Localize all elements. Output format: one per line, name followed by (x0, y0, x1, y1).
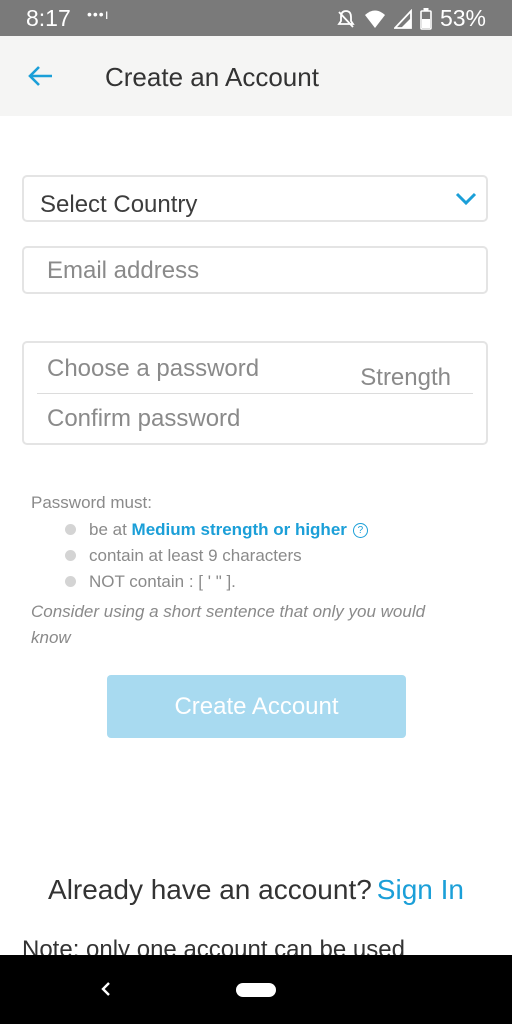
mute-bell-icon (337, 9, 355, 28)
sign-in-link[interactable]: Sign In (377, 874, 464, 905)
password-rules: Password must: be at Medium strength or … (31, 493, 451, 651)
rule-prefix: be at (89, 520, 132, 539)
email-input[interactable] (47, 256, 467, 286)
password-tip: Consider using a short sentence that onl… (31, 602, 426, 647)
password-group: Strength (22, 341, 488, 445)
email-field-container (22, 246, 488, 294)
rule-item: NOT contain : [ ' " ]. (31, 571, 451, 597)
app-bar: Create an Account (0, 36, 512, 116)
signin-prompt: Already have an account? (48, 874, 372, 905)
rule-text: contain at least 9 characters (89, 546, 302, 565)
status-time: 8:17 (26, 5, 71, 31)
battery-icon (420, 7, 432, 30)
password-input[interactable] (47, 354, 347, 384)
rule-text: NOT contain : [ ' " ]. (89, 572, 236, 591)
back-button[interactable] (22, 58, 58, 94)
bullet (65, 550, 76, 561)
divider (37, 393, 473, 394)
signin-row: Already have an account? Sign In (0, 874, 512, 906)
country-select[interactable]: Select Country (22, 175, 488, 222)
rule-item: contain at least 9 characters (31, 545, 451, 571)
home-pill-button[interactable] (236, 983, 276, 997)
nav-back-icon[interactable] (96, 977, 116, 1001)
status-bar: 8:17 •••ı 53% (0, 0, 512, 36)
status-icons: 53% (336, 5, 486, 32)
rules-title: Password must: (31, 493, 152, 512)
password-strength-label: Strength (360, 364, 451, 391)
bullet (65, 576, 76, 587)
system-nav-bar (0, 955, 512, 1024)
country-select-label: Select Country (40, 191, 198, 218)
question-circle-icon[interactable]: ? (352, 523, 368, 538)
battery-percent: 53% (439, 5, 486, 31)
chevron-down-icon (455, 192, 477, 206)
wifi-icon (364, 10, 385, 28)
arrow-left-icon (28, 66, 52, 86)
bullet (65, 524, 76, 535)
confirm-password-input[interactable] (47, 404, 447, 434)
create-account-button[interactable]: Create Account (107, 675, 406, 738)
notification-dots-icon: •••ı (87, 6, 110, 22)
rule-item: be at Medium strength or higher? (31, 519, 451, 545)
signal-icon (393, 8, 412, 29)
rule-highlight: Medium strength or higher (131, 520, 347, 539)
page-title: Create an Account (105, 62, 319, 92)
